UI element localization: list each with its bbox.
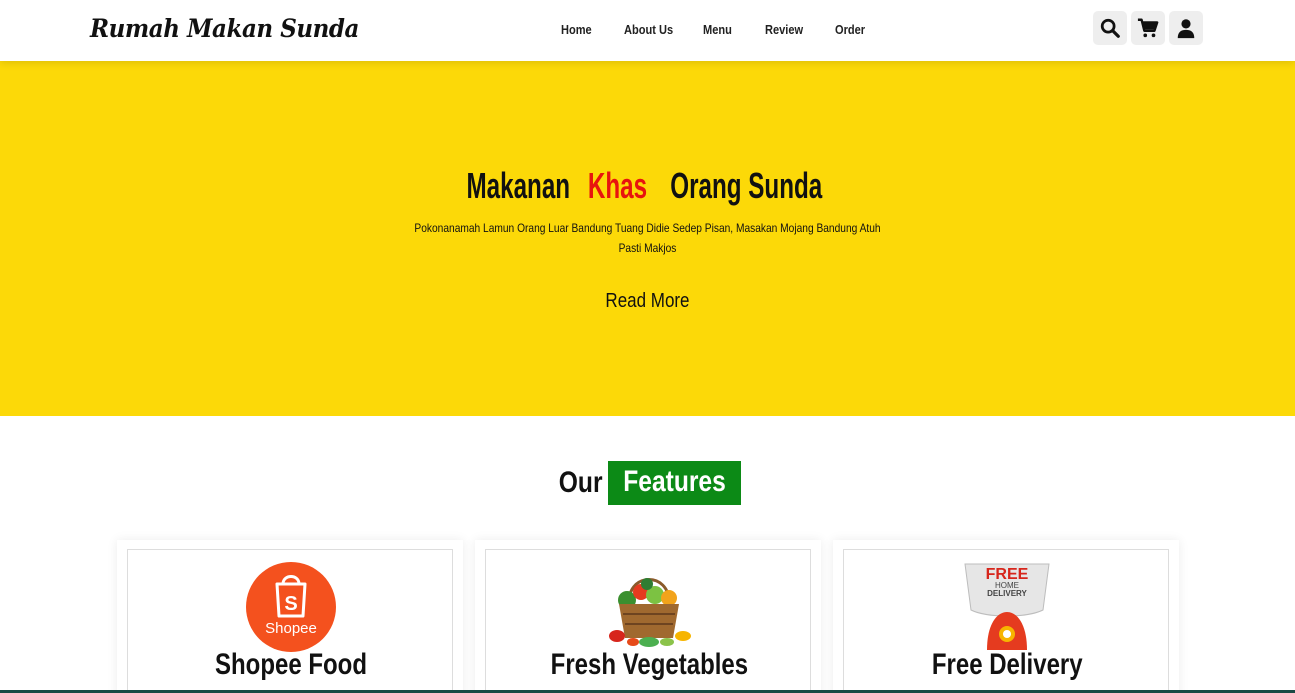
- svg-text:S: S: [284, 593, 297, 615]
- hero-subtitle: Pokonanamah Lamun Orang Luar Bandung Tua…: [370, 218, 925, 258]
- nav-review[interactable]: Review: [765, 22, 803, 37]
- hero-title-part2: Orang Sunda: [670, 165, 823, 206]
- site-header: Rumah Makan Sunda Home About Us Menu Rev…: [0, 0, 1295, 61]
- feature-card-vegetables: Fresh Vegetables: [475, 540, 821, 693]
- free-delivery-icon: FREE HOME DELIVERY: [964, 563, 1050, 650]
- vegetable-basket-icon: [609, 578, 691, 647]
- features-heading-highlight: Features: [607, 461, 741, 505]
- nav-order[interactable]: Order: [835, 22, 865, 37]
- hero-title-part1: Makanan: [466, 165, 571, 206]
- nav-home[interactable]: Home: [561, 22, 592, 37]
- features-heading-plain: Our: [559, 466, 603, 499]
- feature-card-title: Fresh Vegetables: [486, 648, 812, 682]
- nav-about-us[interactable]: About Us: [624, 22, 673, 37]
- shopee-logo-text: Shopee: [265, 620, 317, 637]
- hero-title: Makanan Khas Orang Sunda: [0, 165, 1295, 207]
- feature-card-title: Free Delivery: [844, 648, 1170, 682]
- features-heading: Our Features: [0, 461, 1295, 505]
- hero-subtitle-text: Pokonanamah Lamun Orang Luar Bandung Tua…: [414, 221, 881, 255]
- feature-card-title-text: Free Delivery: [931, 648, 1083, 681]
- feature-card-delivery: FREE HOME DELIVERY Free Delivery: [833, 540, 1179, 693]
- search-icon: [1100, 18, 1120, 38]
- hero-title-accent: Khas: [588, 165, 648, 206]
- read-more-button[interactable]: Read More: [605, 290, 689, 313]
- shopee-logo-icon: S Shopee: [246, 562, 336, 652]
- nav-menu[interactable]: Menu: [703, 22, 732, 37]
- feature-card-inner: S Shopee Shopee Food: [127, 549, 453, 693]
- cart-icon: [1137, 18, 1159, 38]
- user-button[interactable]: [1169, 11, 1203, 45]
- feature-card-shopee: S Shopee Shopee Food: [117, 540, 463, 693]
- feature-card-title-text: Shopee Food: [215, 648, 367, 681]
- feature-card-title-text: Fresh Vegetables: [550, 648, 748, 681]
- hero-section: Makanan Khas Orang Sunda Pokonanamah Lam…: [0, 61, 1295, 416]
- delivery-badge-line3: DELIVERY: [987, 589, 1027, 598]
- features-heading-highlight-text: Features: [622, 465, 726, 498]
- feature-card-inner: FREE HOME DELIVERY Free Delivery: [843, 549, 1169, 693]
- feature-card-title: Shopee Food: [128, 648, 454, 682]
- cart-button[interactable]: [1131, 11, 1165, 45]
- user-icon: [1177, 19, 1195, 39]
- search-button[interactable]: [1093, 11, 1127, 45]
- read-more-wrapper: Read More: [0, 290, 1295, 313]
- feature-card-inner: Fresh Vegetables: [485, 549, 811, 693]
